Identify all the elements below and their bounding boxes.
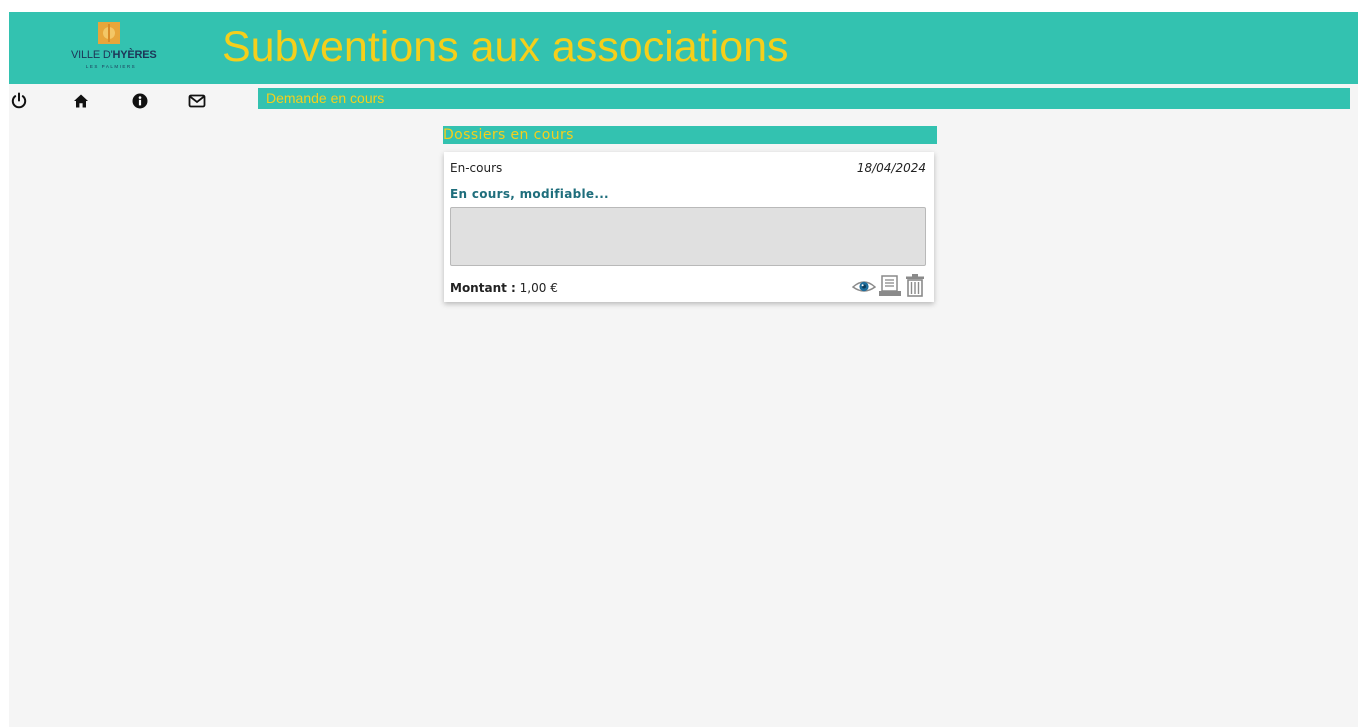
home-button[interactable] [71, 91, 91, 111]
palm-emblem-icon [98, 22, 120, 44]
section-title: Dossiers en cours [443, 127, 574, 143]
info-icon [132, 93, 148, 109]
edit-document-icon [879, 275, 901, 296]
delete-icon [906, 274, 924, 297]
dossier-date: 18/04/2024 [856, 161, 926, 175]
delete-dossier-button[interactable] [904, 273, 926, 297]
logout-button[interactable] [9, 91, 29, 111]
view-dossier-button[interactable] [851, 273, 877, 297]
breadcrumb-current: Demande en cours [266, 90, 385, 106]
power-icon [11, 92, 27, 109]
contact-button[interactable] [187, 91, 207, 111]
logo-ville-hyeres[interactable]: VILLE D'HYÈRES LES PALMIERS [71, 22, 157, 74]
dossier-state-label: En cours, modifiable... [450, 187, 609, 201]
home-icon [74, 94, 88, 108]
section-header: Dossiers en cours [443, 126, 937, 144]
app-header: VILLE D'HYÈRES LES PALMIERS Subventions … [9, 12, 1358, 84]
dossier-amount-value: 1,00 € [519, 281, 558, 295]
dossier-card: En-cours 18/04/2024 En cours, modifiable… [444, 152, 934, 302]
logo-wordmark-a: VILLE D' [71, 49, 113, 61]
info-button[interactable] [130, 91, 150, 111]
dossier-amount-label: Montant : [450, 281, 516, 295]
page-title: Subventions aux associations [222, 23, 789, 71]
mail-icon [188, 94, 206, 108]
dossier-amount: Montant : 1,00 € [450, 281, 558, 295]
dossier-status: En-cours [450, 161, 503, 175]
edit-dossier-button[interactable] [878, 273, 902, 297]
logo-wordmark: VILLE D'HYÈRES [71, 49, 157, 61]
view-icon [851, 281, 877, 292]
dossier-description-box [450, 207, 926, 266]
breadcrumb: Demande en cours [258, 88, 1350, 109]
logo-tagline: LES PALMIERS [85, 64, 137, 69]
page-container: VILLE D'HYÈRES LES PALMIERS Subventions … [9, 12, 1358, 727]
logo-wordmark-b: HYÈRES [112, 49, 157, 61]
